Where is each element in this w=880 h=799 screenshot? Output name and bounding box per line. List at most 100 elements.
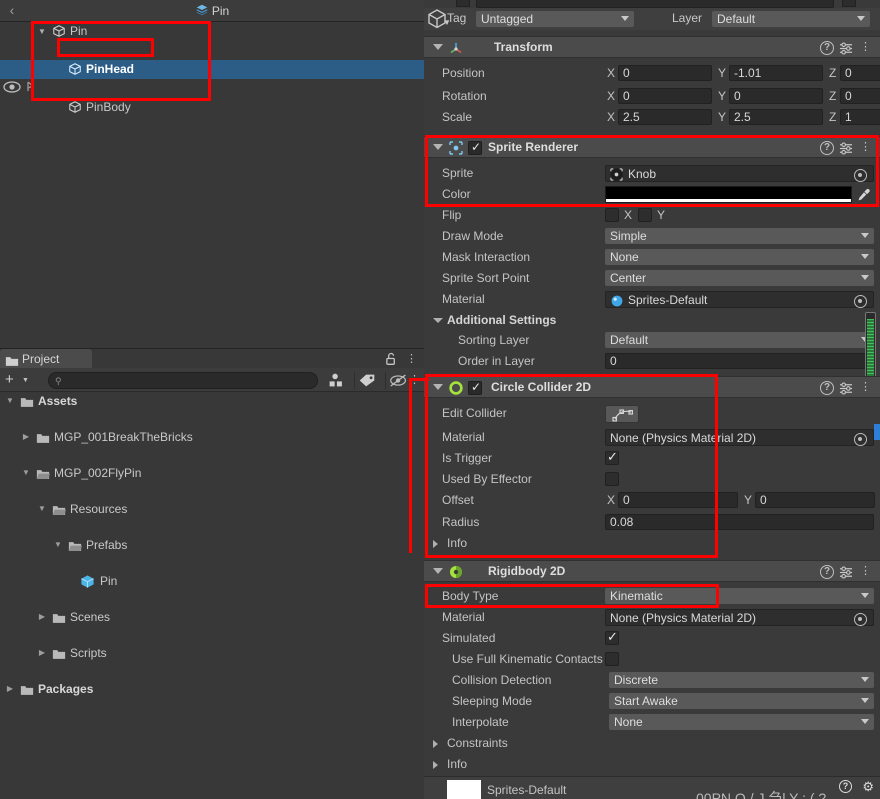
lock-open-icon[interactable] <box>385 352 398 369</box>
foldout-arrow-icon[interactable] <box>433 318 443 323</box>
foldout-arrow-icon[interactable]: ▼ <box>36 500 48 518</box>
project-toolbar-kebab-icon[interactable]: ⋮ <box>409 373 420 387</box>
chevron-down-icon[interactable]: ▼ <box>22 377 29 384</box>
foldout-arrow-icon[interactable]: ▼ <box>52 536 64 554</box>
draw-mode-dropdown[interactable]: Simple <box>605 228 874 244</box>
sprite-renderer-enabled-checkbox[interactable] <box>468 140 482 155</box>
interpolate-dropdown[interactable]: None <box>609 714 874 730</box>
offset-x-field[interactable]: 0 <box>618 492 738 508</box>
foldout-arrow-icon[interactable]: ▼ <box>36 22 48 41</box>
presets-icon[interactable] <box>839 142 853 158</box>
project-row-scripts[interactable]: ▶ Scripts <box>0 644 424 662</box>
hierarchy-row-pinbody[interactable]: PinBody <box>0 98 424 117</box>
flip-y-checkbox[interactable] <box>638 208 652 222</box>
label-tag-icon[interactable] <box>357 372 385 389</box>
collision-detection-dropdown[interactable]: Discrete <box>609 672 874 688</box>
sr-material-object-field[interactable]: Sprites-Default <box>605 291 874 308</box>
foldout-arrow-icon[interactable]: ▶ <box>36 608 48 626</box>
project-row-assets[interactable]: ▼ Assets <box>0 392 424 410</box>
sprite-object-field[interactable]: Knob <box>605 165 874 182</box>
search-input[interactable]: ⚲ <box>48 372 318 389</box>
project-row-packages[interactable]: ▶ Packages <box>0 680 424 698</box>
project-row-resources[interactable]: ▼ Resources <box>0 500 424 518</box>
circle-collider-enabled-checkbox[interactable] <box>468 380 482 395</box>
hierarchy-row-pin[interactable]: ▼ Pin <box>0 22 424 41</box>
foldout-arrow-icon[interactable] <box>433 144 443 150</box>
add-asset-button[interactable]: + <box>5 372 14 387</box>
project-row-scenes[interactable]: ▶ Scenes <box>0 608 424 626</box>
layer-dropdown[interactable]: Default <box>712 11 870 27</box>
use-full-kinematic-checkbox[interactable] <box>605 652 619 666</box>
rb-material-object-field[interactable]: None (Physics Material 2D) <box>605 609 874 626</box>
foldout-arrow-icon[interactable] <box>433 540 438 548</box>
radius-field[interactable]: 0.08 <box>605 514 874 530</box>
tab-project[interactable]: Project <box>0 349 92 369</box>
eyedropper-icon[interactable] <box>857 188 871 205</box>
cc-info-row[interactable]: Info <box>424 533 880 554</box>
hierarchy-row-pinhead[interactable]: PinHead <box>0 60 424 79</box>
project-row-prefabs[interactable]: ▼ Prefabs <box>0 536 424 554</box>
project-row-mgp002[interactable]: ▼ MGP_002FlyPin <box>0 464 424 482</box>
offset-y-field[interactable]: 0 <box>755 492 875 508</box>
eye-icon[interactable] <box>2 79 40 95</box>
sorting-layer-dropdown[interactable]: Default <box>605 332 874 348</box>
foldout-arrow-icon[interactable]: ▶ <box>36 644 48 662</box>
object-picker-icon[interactable] <box>854 433 867 446</box>
help-icon[interactable]: ? <box>820 565 834 579</box>
foldout-arrow-icon[interactable] <box>433 740 438 748</box>
presets-icon[interactable] <box>839 42 853 58</box>
scale-z-field[interactable]: 1 <box>840 109 880 125</box>
is-trigger-checkbox[interactable] <box>605 449 619 465</box>
foldout-arrow-icon[interactable] <box>433 44 443 50</box>
foldout-arrow-icon[interactable]: ▼ <box>20 464 32 482</box>
simulated-checkbox[interactable] <box>605 629 619 645</box>
kebab-menu-icon[interactable]: ⋮ <box>406 352 417 366</box>
object-picker-icon[interactable] <box>854 169 867 182</box>
edit-collider-button[interactable] <box>605 405 639 423</box>
foldout-arrow-icon[interactable]: ▶ <box>4 680 16 698</box>
flip-x-checkbox[interactable] <box>605 208 619 222</box>
project-row-pin-prefab[interactable]: Pin <box>0 572 424 590</box>
foldout-arrow-icon[interactable] <box>433 761 438 769</box>
foldout-arrow-icon[interactable]: ▶ <box>20 428 32 446</box>
project-row-mgp001[interactable]: ▶ MGP_001BreakTheBricks <box>0 428 424 446</box>
kebab-menu-icon[interactable]: ⋮ <box>860 140 871 155</box>
object-active-checkbox[interactable] <box>456 0 470 7</box>
color-swatch-field[interactable] <box>605 186 852 203</box>
packages-dropdown-icon[interactable] <box>326 372 354 389</box>
position-z-field[interactable]: 0 <box>840 65 880 81</box>
sprite-sort-point-dropdown[interactable]: Center <box>605 270 874 286</box>
help-icon[interactable]: ? <box>839 780 852 793</box>
component-header-sprite-renderer[interactable]: Sprite Renderer ? ⋮ <box>424 136 880 158</box>
constraints-row[interactable]: Constraints <box>424 733 880 754</box>
mask-interaction-dropdown[interactable]: None <box>605 249 874 265</box>
component-header-circle-collider[interactable]: Circle Collider 2D ? ⋮ <box>424 376 880 398</box>
rb-info-row[interactable]: Info <box>424 754 880 775</box>
help-icon[interactable]: ? <box>820 41 834 55</box>
additional-settings-row[interactable]: Additional Settings <box>424 310 880 331</box>
body-type-dropdown[interactable]: Kinematic <box>605 588 874 604</box>
visibility-toggles[interactable] <box>2 79 42 97</box>
object-picker-icon[interactable] <box>854 295 867 308</box>
component-header-rigidbody[interactable]: Rigidbody 2D ? ⋮ <box>424 560 880 582</box>
scale-y-field[interactable]: 2.5 <box>729 109 823 125</box>
position-y-field[interactable]: -1.01 <box>729 65 823 81</box>
object-name-field[interactable] <box>476 0 834 8</box>
position-x-field[interactable]: 0 <box>618 65 712 81</box>
sleeping-mode-dropdown[interactable]: Start Awake <box>609 693 874 709</box>
sorting-layer-slider[interactable] <box>865 312 876 380</box>
gear-icon[interactable]: ⚙ <box>862 779 874 795</box>
foldout-arrow-icon[interactable]: ▼ <box>4 392 16 410</box>
kebab-menu-icon[interactable]: ⋮ <box>860 40 871 55</box>
kebab-menu-icon[interactable]: ⋮ <box>860 564 871 579</box>
object-picker-icon[interactable] <box>854 613 867 626</box>
object-static-checkbox[interactable] <box>842 0 856 7</box>
component-header-transform[interactable]: Transform ? ⋮ <box>424 36 880 58</box>
cc-material-object-field[interactable]: None (Physics Material 2D) <box>605 429 874 446</box>
tag-dropdown[interactable]: Untagged <box>476 11 634 27</box>
foldout-arrow-icon[interactable] <box>433 568 443 574</box>
foldout-arrow-icon[interactable] <box>433 384 443 390</box>
rotation-y-field[interactable]: 0 <box>729 88 823 104</box>
help-icon[interactable]: ? <box>820 381 834 395</box>
rotation-z-field[interactable]: 0 <box>840 88 880 104</box>
